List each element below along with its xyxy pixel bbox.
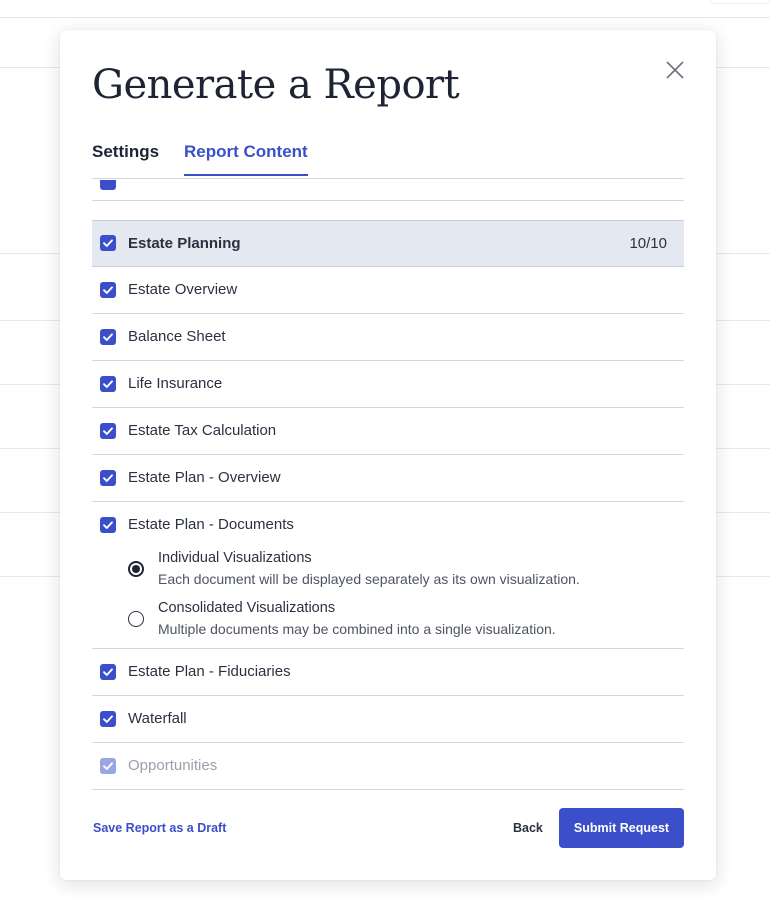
- section-checkbox[interactable]: [100, 235, 116, 251]
- item-label: Waterfall: [128, 710, 187, 727]
- back-button[interactable]: Back: [513, 821, 543, 835]
- background-element: [710, 0, 770, 4]
- item-label: Estate Overview: [128, 281, 238, 298]
- list-item-estate-plan-documents[interactable]: Estate Plan - Documents Individual Visua…: [92, 502, 684, 649]
- check-icon: [103, 668, 113, 676]
- tab-report-content[interactable]: Report Content: [184, 142, 308, 176]
- list-item-estate-overview[interactable]: Estate Overview: [92, 267, 684, 314]
- checkbox[interactable]: [100, 517, 116, 533]
- check-icon: [103, 286, 113, 294]
- background-divider: [0, 17, 770, 18]
- generate-report-modal: Generate a Report Settings Report Conten…: [60, 30, 716, 880]
- list-item-estate-plan-fiduciaries[interactable]: Estate Plan - Fiduciaries: [92, 649, 684, 696]
- close-icon[interactable]: [663, 58, 687, 82]
- check-icon: [103, 333, 113, 341]
- check-icon: [103, 762, 113, 770]
- list-item-opportunities: Opportunities: [92, 743, 684, 790]
- checkbox[interactable]: [100, 664, 116, 680]
- checkbox[interactable]: [100, 180, 116, 190]
- section-label: Estate Planning: [128, 235, 241, 252]
- checkbox[interactable]: [100, 376, 116, 392]
- check-icon: [103, 239, 113, 247]
- radio-consolidated-visualizations[interactable]: [128, 611, 144, 627]
- checkbox[interactable]: [100, 282, 116, 298]
- checkbox[interactable]: [100, 711, 116, 727]
- checkbox[interactable]: [100, 329, 116, 345]
- list-item-balance-sheet[interactable]: Balance Sheet: [92, 314, 684, 361]
- check-icon: [103, 380, 113, 388]
- checkbox[interactable]: [100, 423, 116, 439]
- section-count: 10/10: [629, 235, 667, 252]
- list-item-waterfall[interactable]: Waterfall: [92, 696, 684, 743]
- option-title: Individual Visualizations: [158, 550, 312, 566]
- item-label: Opportunities: [128, 757, 218, 774]
- check-icon: [103, 521, 113, 529]
- check-icon: [103, 474, 113, 482]
- tab-bar: Settings Report Content: [92, 138, 684, 179]
- item-label: Estate Plan - Overview: [128, 469, 281, 486]
- list-item: [92, 180, 684, 201]
- report-content-list[interactable]: Estate Planning 10/10 Estate Overview Ba…: [92, 180, 684, 792]
- checkbox[interactable]: [100, 470, 116, 486]
- item-label: Estate Plan - Documents: [128, 516, 294, 533]
- item-label: Life Insurance: [128, 375, 223, 392]
- check-icon: [103, 715, 113, 723]
- section-row-estate-planning[interactable]: Estate Planning 10/10: [92, 220, 684, 267]
- list-item-estate-plan-overview[interactable]: Estate Plan - Overview: [92, 455, 684, 502]
- option-description: Multiple documents may be combined into …: [158, 621, 556, 637]
- modal-title: Generate a Report: [92, 62, 460, 108]
- submit-request-button[interactable]: Submit Request: [559, 808, 684, 848]
- option-description: Each document will be displayed separate…: [158, 571, 580, 587]
- item-label: Estate Tax Calculation: [128, 422, 277, 439]
- tab-settings[interactable]: Settings: [92, 142, 159, 174]
- radio-individual-visualizations[interactable]: [128, 561, 144, 577]
- check-icon: [103, 427, 113, 435]
- save-draft-link[interactable]: Save Report as a Draft: [93, 821, 226, 835]
- option-title: Consolidated Visualizations: [158, 600, 336, 616]
- list-item-estate-tax-calculation[interactable]: Estate Tax Calculation: [92, 408, 684, 455]
- checkbox: [100, 758, 116, 774]
- list-item-life-insurance[interactable]: Life Insurance: [92, 361, 684, 408]
- item-label: Balance Sheet: [128, 328, 226, 345]
- item-label: Estate Plan - Fiduciaries: [128, 663, 291, 680]
